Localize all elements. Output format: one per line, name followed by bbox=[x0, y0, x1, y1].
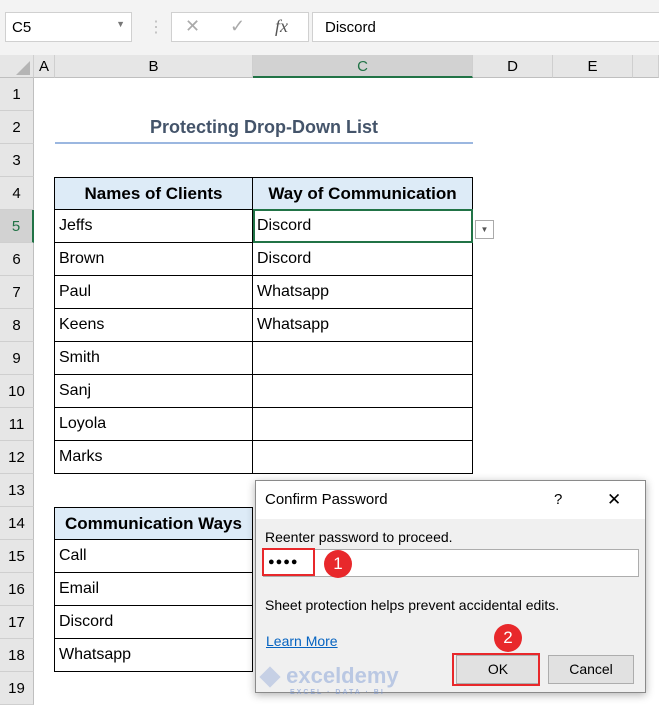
row-header[interactable]: 15 bbox=[0, 540, 34, 573]
table-cell-way-option[interactable]: Discord bbox=[54, 605, 253, 639]
row-header[interactable]: 16 bbox=[0, 573, 34, 606]
col-header-c[interactable]: C bbox=[253, 55, 473, 78]
table-cell-way[interactable]: Whatsapp bbox=[252, 275, 473, 309]
row-header[interactable]: 17 bbox=[0, 606, 34, 639]
row-header[interactable]: 10 bbox=[0, 375, 34, 408]
chevron-down-icon[interactable]: ▼ bbox=[116, 19, 125, 29]
dropdown-arrow-button[interactable]: ▼ bbox=[475, 220, 494, 239]
table-cell-name[interactable]: Paul bbox=[54, 275, 253, 309]
watermark-logo: exceldemy EXCEL · DATA · BI bbox=[259, 663, 399, 696]
table-cell-name[interactable]: Smith bbox=[54, 341, 253, 375]
table-cell-way[interactable]: Discord bbox=[252, 242, 473, 276]
name-box-value: C5 bbox=[12, 19, 32, 36]
highlight-box bbox=[262, 548, 315, 576]
row-header[interactable]: 11 bbox=[0, 408, 34, 441]
grip-icon: ⋮ bbox=[148, 19, 164, 36]
fx-icon[interactable]: fx bbox=[275, 16, 288, 37]
row-header[interactable]: 14 bbox=[0, 507, 34, 540]
row-header[interactable]: 12 bbox=[0, 441, 34, 474]
row-header[interactable]: 7 bbox=[0, 276, 34, 309]
cancel-icon[interactable]: ✕ bbox=[185, 16, 200, 37]
table-cell-way[interactable]: Whatsapp bbox=[252, 308, 473, 342]
dialog-title-bar: Confirm Password ? ✕ bbox=[256, 481, 645, 519]
row-header[interactable]: 4 bbox=[0, 177, 34, 210]
table-cell-way[interactable] bbox=[252, 407, 473, 441]
table-cell-name[interactable]: Sanj bbox=[54, 374, 253, 408]
enter-icon[interactable]: ✓ bbox=[230, 16, 245, 37]
row-header[interactable]: 18 bbox=[0, 639, 34, 672]
info-text: Sheet protection helps prevent accidenta… bbox=[265, 597, 560, 613]
row-header[interactable]: 2 bbox=[0, 111, 34, 144]
formula-buttons: ✕ ✓ fx bbox=[171, 12, 309, 42]
table-cell-way[interactable] bbox=[252, 440, 473, 474]
row-header[interactable]: 6 bbox=[0, 243, 34, 276]
row-header[interactable]: 1 bbox=[0, 78, 34, 111]
row-header[interactable]: 13 bbox=[0, 474, 34, 507]
sheet-title: Protecting Drop-Down List bbox=[55, 111, 473, 144]
select-all-button[interactable] bbox=[0, 55, 34, 78]
col-header-d[interactable]: D bbox=[473, 55, 553, 78]
table-cell-name[interactable]: Brown bbox=[54, 242, 253, 276]
name-box[interactable]: C5 ▼ bbox=[5, 12, 132, 42]
close-icon[interactable]: ✕ bbox=[607, 490, 621, 510]
learn-more-link[interactable]: Learn More bbox=[266, 633, 338, 649]
active-cell-c5[interactable] bbox=[253, 209, 473, 243]
col-header-e[interactable]: E bbox=[553, 55, 633, 78]
table-header: Names of Clients bbox=[54, 177, 253, 210]
row-header[interactable]: 9 bbox=[0, 342, 34, 375]
prompt-label: Reenter password to proceed. bbox=[265, 529, 453, 545]
row-header[interactable]: 5 bbox=[0, 210, 34, 243]
highlight-box bbox=[452, 653, 540, 686]
dialog-title: Confirm Password bbox=[265, 491, 388, 508]
confirm-password-dialog: Confirm Password ? ✕ Reenter password to… bbox=[255, 480, 646, 696]
password-input[interactable]: ●●●● bbox=[263, 549, 639, 577]
step-badge-1: 1 bbox=[324, 550, 352, 578]
table-cell-way-option[interactable]: Whatsapp bbox=[54, 638, 253, 672]
table-header: Way of Communication bbox=[252, 177, 473, 210]
row-header[interactable]: 8 bbox=[0, 309, 34, 342]
table-cell-way-option[interactable]: Call bbox=[54, 539, 253, 573]
step-badge-2: 2 bbox=[494, 624, 522, 652]
table-cell-way-option[interactable]: Email bbox=[54, 572, 253, 606]
row-header[interactable]: 3 bbox=[0, 144, 34, 177]
col-header-a[interactable]: A bbox=[34, 55, 55, 78]
row-header[interactable]: 19 bbox=[0, 672, 34, 705]
cancel-button[interactable]: Cancel bbox=[548, 655, 634, 684]
table-cell-name[interactable]: Marks bbox=[54, 440, 253, 474]
formula-input[interactable]: Discord bbox=[312, 12, 659, 42]
table-cell-name[interactable]: Jeffs bbox=[54, 209, 253, 243]
table-cell-way[interactable] bbox=[252, 341, 473, 375]
col-header-f[interactable] bbox=[633, 55, 659, 78]
table-cell-name[interactable]: Keens bbox=[54, 308, 253, 342]
table-cell-name[interactable]: Loyola bbox=[54, 407, 253, 441]
table-cell-way[interactable] bbox=[252, 374, 473, 408]
col-header-b[interactable]: B bbox=[55, 55, 253, 78]
help-icon[interactable]: ? bbox=[554, 491, 562, 508]
table-header: Communication Ways bbox=[54, 507, 253, 540]
